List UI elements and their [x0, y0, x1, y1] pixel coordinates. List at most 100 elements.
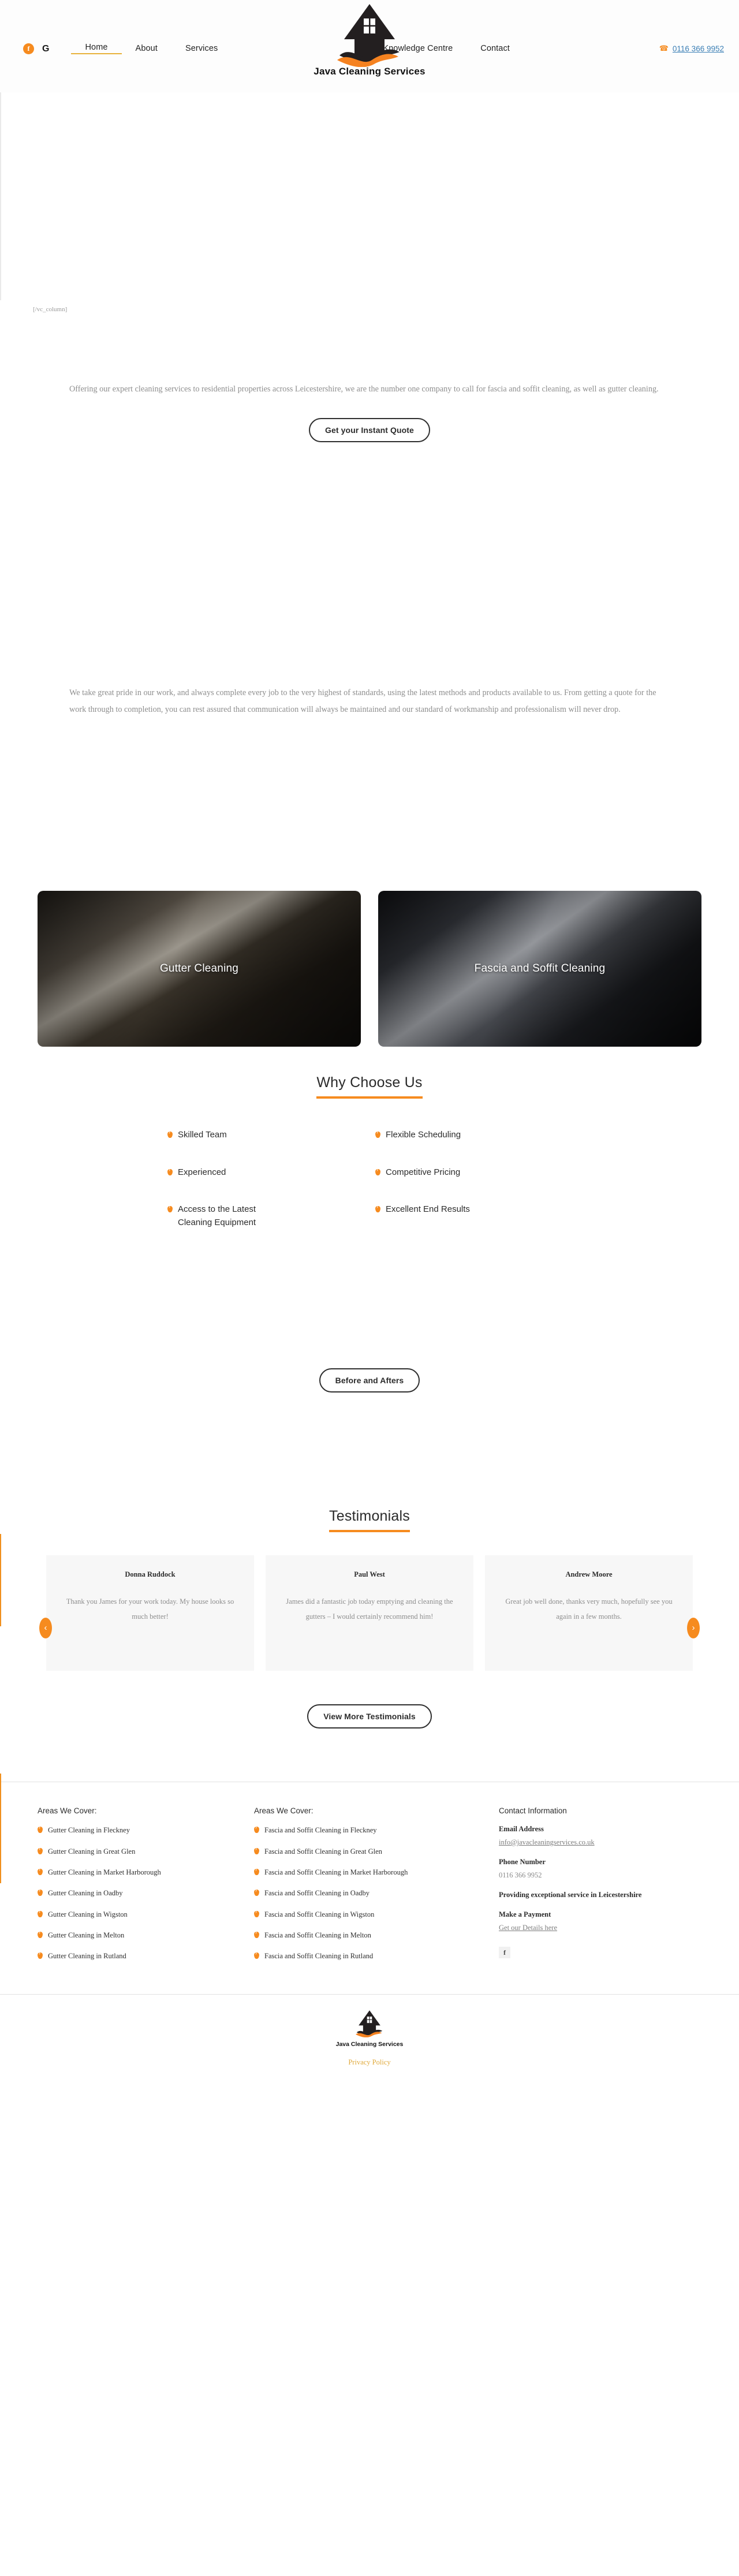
- facebook-icon[interactable]: f: [23, 43, 34, 54]
- footer-link[interactable]: Fascia and Soffit Cleaning in Fleckney: [264, 1825, 377, 1836]
- services-section: Gutter Cleaning Fascia and Soffit Cleani…: [35, 891, 704, 1047]
- why-item-label: Competitive Pricing: [386, 1167, 461, 1177]
- why-choose-us-grid: Skilled Team Flexible Scheduling Experie…: [167, 1129, 572, 1229]
- footer-link[interactable]: Gutter Cleaning in Market Harborough: [48, 1867, 161, 1878]
- testimonials-section: Testimonials ‹ Donna Ruddock Thank you J…: [0, 1508, 739, 1884]
- testimonial-author: Donna Ruddock: [125, 1570, 176, 1579]
- list-item[interactable]: Fascia and Soffit Cleaning in Market Har…: [254, 1866, 491, 1878]
- footer-logo[interactable]: Java Cleaning Services: [336, 2010, 403, 2048]
- footer-link[interactable]: Fascia and Soffit Cleaning in Great Glen: [264, 1846, 382, 1857]
- before-and-afters-button[interactable]: Before and Afters: [319, 1368, 420, 1393]
- chevron-bullet-icon: [254, 1909, 259, 1917]
- service-card-fascia-soffit-cleaning[interactable]: Fascia and Soffit Cleaning: [378, 891, 701, 1047]
- footer-link[interactable]: Gutter Cleaning in Great Glen: [48, 1846, 135, 1857]
- house-logo-icon: [356, 2010, 383, 2037]
- shortcode-leftover-text: [/vc_column]: [33, 306, 68, 313]
- list-item[interactable]: Gutter Cleaning in Rutland: [38, 1950, 254, 1962]
- intro-section: Offering our expert cleaning services to…: [35, 381, 704, 443]
- chevron-bullet-icon: [254, 1950, 259, 1959]
- why-item: Access to the Latest Cleaning Equipment: [167, 1203, 364, 1229]
- google-icon[interactable]: G: [42, 43, 49, 54]
- list-item[interactable]: Fascia and Soffit Cleaning in Oadby: [254, 1887, 491, 1899]
- footer-column-title: Areas We Cover:: [38, 1806, 97, 1816]
- testimonials-heading-wrap: Testimonials: [0, 1508, 739, 1533]
- testimonials-carousel: ‹ Donna Ruddock Thank you James for your…: [35, 1555, 704, 1671]
- footer-link[interactable]: Gutter Cleaning in Fleckney: [48, 1825, 130, 1836]
- list-item[interactable]: Gutter Cleaning in Great Glen: [38, 1846, 254, 1857]
- testimonial-card: Donna Ruddock Thank you James for your w…: [46, 1555, 254, 1671]
- intro-paragraph: Offering our expert cleaning services to…: [69, 384, 659, 394]
- social-links: f G: [23, 43, 49, 54]
- nav-item-knowledge-centre[interactable]: Knowledge Centre: [369, 44, 466, 53]
- nav-item-services[interactable]: Services: [171, 44, 232, 53]
- service-card-label: Gutter Cleaning: [159, 962, 239, 975]
- chevron-bullet-icon: [38, 1866, 43, 1875]
- footer-column-title: Contact Information: [499, 1806, 567, 1816]
- footer-link[interactable]: Fascia and Soffit Cleaning in Rutland: [264, 1951, 373, 1962]
- footer-column-contact: Contact Information Email Address info@j…: [491, 1806, 739, 1972]
- get-instant-quote-button[interactable]: Get your Instant Quote: [309, 418, 430, 443]
- nav-item-home[interactable]: Home: [71, 43, 122, 54]
- phone-icon: ☎: [659, 44, 669, 53]
- footer-link[interactable]: Fascia and Soffit Cleaning in Market Har…: [264, 1867, 408, 1878]
- footer-link[interactable]: Gutter Cleaning in Wigston: [48, 1909, 128, 1920]
- chevron-bullet-icon: [254, 1929, 259, 1939]
- testimonial-author: Andrew Moore: [565, 1570, 613, 1579]
- list-item[interactable]: Fascia and Soffit Cleaning in Melton: [254, 1929, 491, 1941]
- chevron-bullet-icon: [375, 1167, 380, 1175]
- testimonial-quote: Great job well done, thanks very much, h…: [505, 1597, 673, 1621]
- service-tagline: Providing exceptional service in Leicest…: [499, 1891, 642, 1899]
- nav-item-about[interactable]: About: [122, 44, 171, 53]
- view-more-testimonials-button[interactable]: View More Testimonials: [307, 1704, 432, 1729]
- about-pride-section: We take great pride in our work, and alw…: [35, 685, 704, 718]
- list-item[interactable]: Fascia and Soffit Cleaning in Wigston: [254, 1909, 491, 1920]
- why-item-label: Flexible Scheduling: [386, 1130, 461, 1140]
- footer-link[interactable]: Fascia and Soffit Cleaning in Melton: [264, 1930, 371, 1941]
- carousel-prev-icon[interactable]: ‹: [39, 1618, 52, 1639]
- chevron-bullet-icon: [375, 1204, 380, 1213]
- why-choose-us-heading: Why Choose Us: [316, 1074, 423, 1099]
- site-logo[interactable]: Java Cleaning Services: [303, 2, 436, 77]
- email-link[interactable]: info@javacleaningservices.co.uk: [499, 1838, 739, 1847]
- why-item-label: Access to the Latest Cleaning Equipment: [178, 1204, 256, 1227]
- why-item: Skilled Team: [167, 1129, 364, 1142]
- chevron-bullet-icon: [167, 1167, 173, 1175]
- why-choose-us-section: Why Choose Us Skilled Team Flexible Sche…: [0, 1074, 739, 1229]
- footer-link-list: Gutter Cleaning in Fleckney Gutter Clean…: [38, 1824, 254, 1962]
- chevron-bullet-icon: [375, 1129, 380, 1138]
- before-after-cta-wrap: Before and Afters: [0, 1368, 739, 1393]
- service-card-gutter-cleaning[interactable]: Gutter Cleaning: [38, 891, 361, 1047]
- footer-link[interactable]: Fascia and Soffit Cleaning in Oadby: [264, 1888, 370, 1899]
- list-item[interactable]: Fascia and Soffit Cleaning in Rutland: [254, 1950, 491, 1962]
- nav-item-contact[interactable]: Contact: [466, 44, 524, 53]
- list-item[interactable]: Gutter Cleaning in Market Harborough: [38, 1866, 254, 1878]
- footer-bottom-bar: Java Cleaning Services Privacy Policy: [0, 1995, 739, 2077]
- hero-banner: [0, 92, 739, 300]
- footer-link[interactable]: Gutter Cleaning in Oadby: [48, 1888, 123, 1899]
- footer-link[interactable]: Gutter Cleaning in Melton: [48, 1930, 124, 1941]
- header-phone-number[interactable]: 0116 366 9952: [673, 44, 724, 53]
- chevron-bullet-icon: [254, 1824, 259, 1834]
- footer-link[interactable]: Fascia and Soffit Cleaning in Wigston: [264, 1909, 374, 1920]
- privacy-policy-link[interactable]: Privacy Policy: [348, 2058, 390, 2067]
- gallery-spacer: [0, 1229, 739, 1347]
- list-item[interactable]: Gutter Cleaning in Melton: [38, 1929, 254, 1941]
- intro-cta-wrap: Get your Instant Quote: [69, 418, 670, 443]
- list-item[interactable]: Gutter Cleaning in Oadby: [38, 1887, 254, 1899]
- phone-label: Phone Number: [499, 1858, 546, 1866]
- list-item[interactable]: Fascia and Soffit Cleaning in Fleckney: [254, 1824, 491, 1836]
- footer-phone-number: 0116 366 9952: [499, 1871, 542, 1880]
- footer-link[interactable]: Gutter Cleaning in Rutland: [48, 1951, 126, 1962]
- facebook-icon[interactable]: f: [499, 1947, 510, 1959]
- header-phone[interactable]: ☎ 0116 366 9952: [659, 44, 724, 53]
- payment-details-link[interactable]: Get our Details here: [499, 1924, 739, 1932]
- pride-spacer: [0, 718, 739, 891]
- why-choose-us-heading-wrap: Why Choose Us: [0, 1074, 739, 1099]
- testimonial-quote: James did a fantastic job today emptying…: [286, 1597, 453, 1621]
- carousel-next-icon[interactable]: ›: [687, 1618, 700, 1639]
- chevron-bullet-icon: [38, 1887, 43, 1896]
- list-item[interactable]: Gutter Cleaning in Wigston: [38, 1909, 254, 1920]
- list-item[interactable]: Gutter Cleaning in Fleckney: [38, 1824, 254, 1836]
- logo-wordmark: Java Cleaning Services: [313, 66, 426, 77]
- list-item[interactable]: Fascia and Soffit Cleaning in Great Glen: [254, 1846, 491, 1857]
